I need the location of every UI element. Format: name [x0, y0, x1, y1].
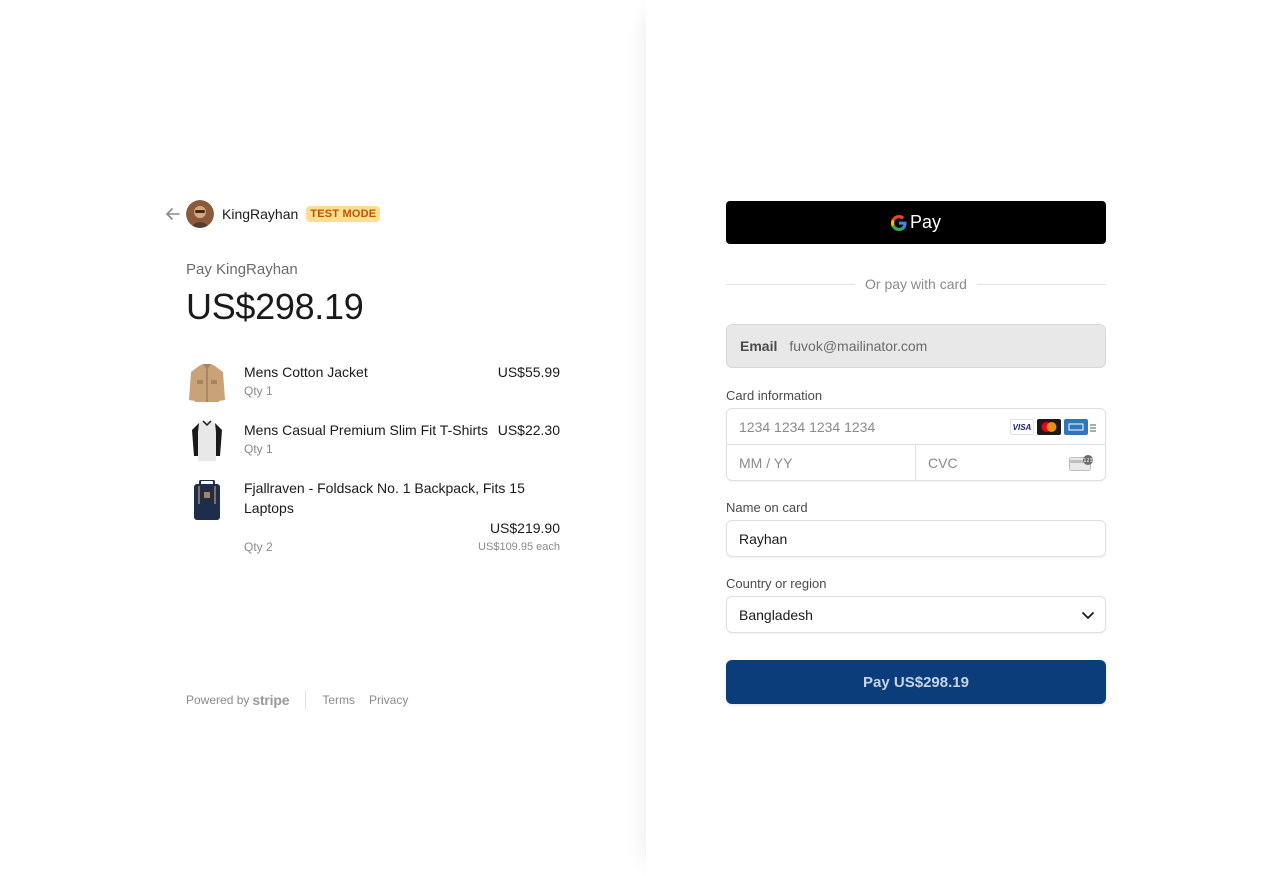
merchant-header: KingRayhan TEST MODE	[164, 199, 381, 229]
cvc-placeholder: CVC	[928, 455, 958, 471]
line-item-info: Mens Cotton Jacket Qty 1 US$55.99	[244, 362, 560, 420]
line-item: Fjallraven - Foldsack No. 1 Backpack, Fi…	[186, 478, 560, 558]
google-pay-label: Pay	[909, 212, 942, 232]
line-item-info: Fjallraven - Foldsack No. 1 Backpack, Fi…	[244, 478, 560, 558]
test-mode-badge: TEST MODE	[306, 206, 381, 222]
pay-button[interactable]: Pay US$298.19	[726, 660, 1106, 704]
footer-divider	[305, 690, 307, 710]
item-name: Fjallraven - Foldsack No. 1 Backpack, Fi…	[244, 480, 525, 516]
google-g-icon	[890, 214, 907, 231]
item-qty: Qty 1	[244, 384, 273, 398]
email-label: Email	[740, 338, 778, 354]
card-information-group: 1234 1234 1234 1234 VISA MM / YY CVC 123	[726, 408, 1106, 481]
footer: Powered by stripe Terms Privacy	[186, 690, 422, 710]
stripe-logo[interactable]: stripe	[252, 692, 289, 708]
tshirt-thumbnail	[186, 420, 228, 462]
item-unit-price: US$109.95 each	[478, 541, 560, 553]
divider-line	[726, 283, 856, 285]
payment-panel: Pay Or pay with card Email fuvok@mailina…	[646, 0, 1275, 876]
cvc-card-icon: 123	[1069, 455, 1093, 476]
country-value: Bangladesh	[739, 606, 813, 623]
merchant-name: KingRayhan	[222, 206, 299, 222]
item-qty: Qty 1	[244, 442, 273, 456]
terms-link[interactable]: Terms	[322, 693, 355, 707]
or-pay-with-card-text: Or pay with card	[865, 276, 967, 292]
total-amount: US$298.19	[186, 286, 364, 327]
card-information-label: Card information	[726, 388, 823, 403]
or-divider: Or pay with card	[726, 276, 1106, 292]
card-number-input[interactable]: 1234 1234 1234 1234 VISA	[727, 409, 1105, 445]
item-price: US$219.90	[489, 520, 560, 536]
expiry-input[interactable]: MM / YY	[727, 445, 916, 481]
country-label: Country or region	[726, 576, 827, 591]
expiry-placeholder: MM / YY	[739, 455, 793, 471]
cvc-input[interactable]: CVC 123	[916, 445, 1105, 481]
powered-by-text: Powered by	[186, 693, 250, 707]
more-brands-icon	[1089, 421, 1097, 433]
google-pay-button[interactable]: Pay	[726, 201, 1106, 244]
line-item: Mens Cotton Jacket Qty 1 US$55.99	[186, 362, 560, 420]
email-value: fuvok@mailinator.com	[789, 338, 928, 354]
line-items: Mens Cotton Jacket Qty 1 US$55.99 Mens C…	[186, 362, 560, 558]
backpack-thumbnail	[186, 478, 228, 520]
country-select[interactable]: Bangladesh	[726, 596, 1106, 633]
chevron-down-icon	[1081, 608, 1095, 625]
item-price: US$22.30	[497, 422, 560, 438]
mastercard-icon	[1037, 419, 1061, 435]
item-price: US$55.99	[497, 364, 560, 380]
back-arrow-icon[interactable]	[164, 205, 182, 223]
line-item-info: Mens Casual Premium Slim Fit T-Shirts Qt…	[244, 420, 560, 478]
card-number-placeholder: 1234 1234 1234 1234	[739, 418, 876, 435]
name-on-card-input[interactable]: Rayhan	[726, 520, 1106, 557]
name-on-card-label: Name on card	[726, 500, 808, 515]
divider-line	[976, 283, 1106, 285]
line-item: Mens Casual Premium Slim Fit T-Shirts Qt…	[186, 420, 560, 478]
card-brands: VISA	[1007, 419, 1097, 435]
email-field[interactable]: Email fuvok@mailinator.com	[726, 324, 1106, 368]
pay-label: Pay KingRayhan	[186, 261, 298, 278]
privacy-link[interactable]: Privacy	[369, 693, 408, 707]
jacket-thumbnail	[186, 362, 228, 404]
merchant-avatar	[186, 200, 214, 228]
amex-icon	[1064, 419, 1088, 435]
visa-icon: VISA	[1010, 419, 1034, 435]
svg-text:123: 123	[1083, 458, 1093, 464]
order-summary-panel: KingRayhan TEST MODE Pay KingRayhan US$2…	[0, 0, 646, 876]
